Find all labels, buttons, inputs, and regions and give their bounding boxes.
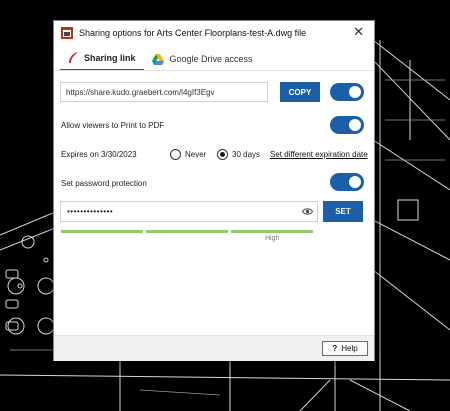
dialog-footer: ? Help [54, 335, 374, 361]
tab-bar: Sharing link Google Drive access [60, 47, 261, 71]
strength-label: High [265, 235, 280, 242]
password-toggle[interactable] [330, 173, 364, 191]
share-url-field[interactable]: https://share.kudo.graebert.com/l4gIf3Eg… [60, 82, 268, 102]
radio-30-days-label: 30 days [232, 150, 261, 159]
kudo-feather-icon [69, 52, 77, 63]
copy-button[interactable]: COPY [280, 82, 320, 102]
print-pdf-toggle[interactable] [330, 116, 364, 134]
help-icon: ? [332, 344, 338, 353]
eye-icon[interactable] [302, 207, 313, 216]
print-pdf-label: Allow viewers to Print to PDF [61, 121, 165, 130]
toggle-knob [349, 86, 361, 98]
help-label: Help [341, 344, 358, 353]
close-icon[interactable]: ✕ [353, 25, 364, 39]
help-button[interactable]: ? Help [322, 341, 368, 356]
tab-divider [54, 70, 374, 71]
tab-label: Google Drive access [169, 54, 253, 64]
set-password-button[interactable]: SET [323, 201, 363, 222]
app-icon [61, 27, 73, 39]
strength-bar-3 [231, 230, 313, 233]
radio-30-days[interactable] [217, 149, 228, 160]
password-protection-label: Set password protection [61, 179, 147, 188]
tab-sharing-link[interactable]: Sharing link [60, 47, 144, 71]
toggle-knob [349, 119, 361, 131]
google-drive-icon [151, 53, 164, 65]
expires-label: Expires on 3/30/2023 [61, 150, 137, 159]
strength-bar-1 [61, 230, 143, 233]
window-title: Sharing options for Arts Center Floorpla… [79, 28, 307, 38]
password-masked-value: •••••••••••••• [67, 207, 114, 216]
toggle-knob [349, 176, 361, 188]
radio-never[interactable] [170, 149, 181, 160]
strength-bar-2 [146, 230, 228, 233]
tab-label: Sharing link [84, 53, 136, 63]
link-toggle[interactable] [330, 83, 364, 101]
radio-never-label: Never [185, 150, 207, 159]
set-expiration-link[interactable]: Set different expiration date [270, 150, 368, 159]
title-bar: Sharing options for Arts Center Floorpla… [54, 21, 374, 45]
tab-google-drive-access[interactable]: Google Drive access [144, 48, 261, 70]
sharing-options-dialog: Sharing options for Arts Center Floorpla… [53, 20, 375, 361]
password-input[interactable]: •••••••••••••• [60, 201, 318, 222]
